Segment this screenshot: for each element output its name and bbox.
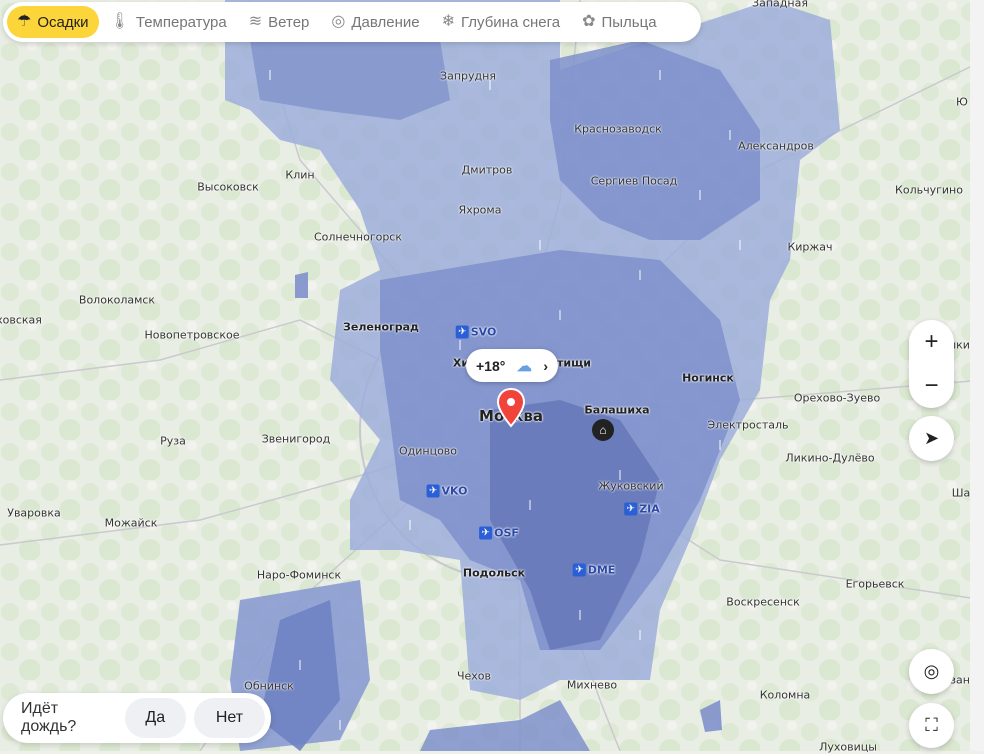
place-label: Кольчугино: [895, 183, 963, 197]
gauge-icon: ◎: [331, 13, 346, 30]
place-label: Яхрома: [458, 203, 502, 217]
place-label: Можайск: [104, 516, 158, 530]
place-label: Зеленоград: [343, 320, 419, 334]
place-label: Сергиев Посад: [590, 174, 678, 188]
rain-cloud-icon: ☂: [17, 13, 32, 30]
place-label: Дмитров: [461, 163, 513, 177]
place-label: Егорьевск: [845, 577, 905, 591]
airport-marker-zia[interactable]: ✈ ZIA: [624, 502, 660, 516]
place-label: Руза: [160, 434, 186, 448]
tab-precipitation[interactable]: ☂ Осадки: [7, 6, 99, 38]
wind-icon: ≋: [248, 13, 263, 30]
place-label: Электросталь: [707, 418, 789, 432]
place-label: Киржач: [787, 240, 833, 254]
place-label: Краснозаводск: [574, 122, 662, 136]
airport-marker-svo[interactable]: ✈ SVO: [455, 325, 497, 339]
place-label: Коломна: [759, 688, 811, 702]
fullscreen-icon: ⛶: [925, 715, 938, 735]
pollen-icon: ✿: [582, 13, 596, 30]
airport-marker-vko[interactable]: ✈ VKO: [426, 484, 468, 498]
home-location-icon[interactable]: ⌂: [592, 419, 614, 441]
location-pin-icon[interactable]: [497, 388, 525, 428]
navigation-arrow-icon: ➤: [923, 428, 940, 448]
zoom-controls: + −: [909, 320, 954, 408]
place-label: Западная: [752, 0, 808, 10]
airport-code: OSF: [494, 526, 519, 540]
scrollbar-track[interactable]: [970, 0, 984, 751]
airport-marker-osf[interactable]: ✈ OSF: [479, 526, 519, 540]
place-label: Ю: [956, 95, 968, 109]
airplane-icon: ✈: [624, 502, 638, 516]
airport-code: ZIA: [639, 502, 660, 516]
tab-pollen[interactable]: ✿ Пыльца: [571, 6, 667, 38]
rain-question-text: Идёт дождь?: [21, 700, 77, 735]
place-label: Звенигород: [261, 432, 331, 446]
layer-tabs: ☂ Осадки 🌡︎ Температура ≋ Ветер ◎ Давление ❄…: [3, 2, 701, 42]
fullscreen-button[interactable]: ⛶: [909, 703, 954, 748]
yes-button[interactable]: Да: [124, 698, 186, 738]
place-label: Волоколамск: [78, 293, 156, 307]
place-label: Новопетровское: [144, 328, 240, 342]
airport-code: DME: [587, 563, 616, 577]
place-label: ховская: [0, 313, 42, 327]
place-label: Одинцово: [398, 444, 458, 458]
rain-feedback-panel: Идёт дождь? Да Нет: [3, 693, 271, 743]
snowflake-icon: ❄: [441, 13, 455, 30]
airplane-icon: ✈: [572, 563, 586, 577]
no-button[interactable]: Нет: [193, 698, 265, 738]
zoom-in-button[interactable]: +: [924, 330, 938, 354]
weather-chip[interactable]: +18° ☁ ›: [466, 349, 558, 382]
tab-snow-depth[interactable]: ❄ Глубина снега: [431, 6, 571, 38]
place-label: Обнинск: [244, 679, 294, 693]
place-label: Орехово-Зуево: [793, 391, 881, 405]
place-label: тищи: [557, 356, 591, 370]
place-label: Высоковск: [197, 180, 259, 194]
place-label: Солнечногорск: [313, 230, 403, 244]
layers-button[interactable]: ◎: [909, 649, 954, 694]
zoom-out-button[interactable]: −: [924, 374, 938, 398]
place-label: Михнево: [566, 678, 618, 692]
place-label: Наро-Фоминск: [256, 568, 342, 582]
place-label: Клин: [285, 168, 315, 182]
tab-wind[interactable]: ≋ Ветер: [238, 6, 321, 38]
chevron-right-icon: ›: [543, 357, 548, 374]
airport-code: VKO: [441, 484, 468, 498]
place-label: Уваровка: [7, 506, 61, 520]
airport-code: SVO: [470, 325, 497, 339]
airport-marker-dme[interactable]: ✈ DME: [572, 563, 616, 577]
airplane-icon: ✈: [426, 484, 440, 498]
geolocate-button[interactable]: ➤: [909, 416, 954, 461]
airplane-icon: ✈: [455, 325, 469, 339]
tab-temperature[interactable]: 🌡︎ Температура: [99, 6, 238, 38]
place-label: Ликино-Дулёво: [785, 451, 875, 465]
place-label: Луховицы: [819, 740, 877, 754]
place-label: Жуковский: [598, 479, 664, 493]
place-label: Ша: [951, 486, 971, 500]
place-label: Подольск: [462, 566, 526, 580]
temperature-value: +18°: [476, 357, 506, 374]
airplane-icon: ✈: [479, 526, 493, 540]
rain-cloud-icon: ☁: [516, 357, 532, 375]
tab-pressure[interactable]: ◎ Давление: [320, 6, 430, 38]
place-label: Ногинск: [682, 371, 734, 385]
place-label: Чехов: [456, 669, 492, 683]
place-label: Александров: [738, 139, 814, 153]
place-label: Воскресенск: [726, 595, 800, 609]
place-label: Балашиха: [584, 403, 650, 417]
thermometer-icon: 🌡︎: [109, 13, 130, 30]
place-label: Запрудня: [440, 69, 496, 83]
weather-layers-icon: ◎: [923, 661, 940, 681]
